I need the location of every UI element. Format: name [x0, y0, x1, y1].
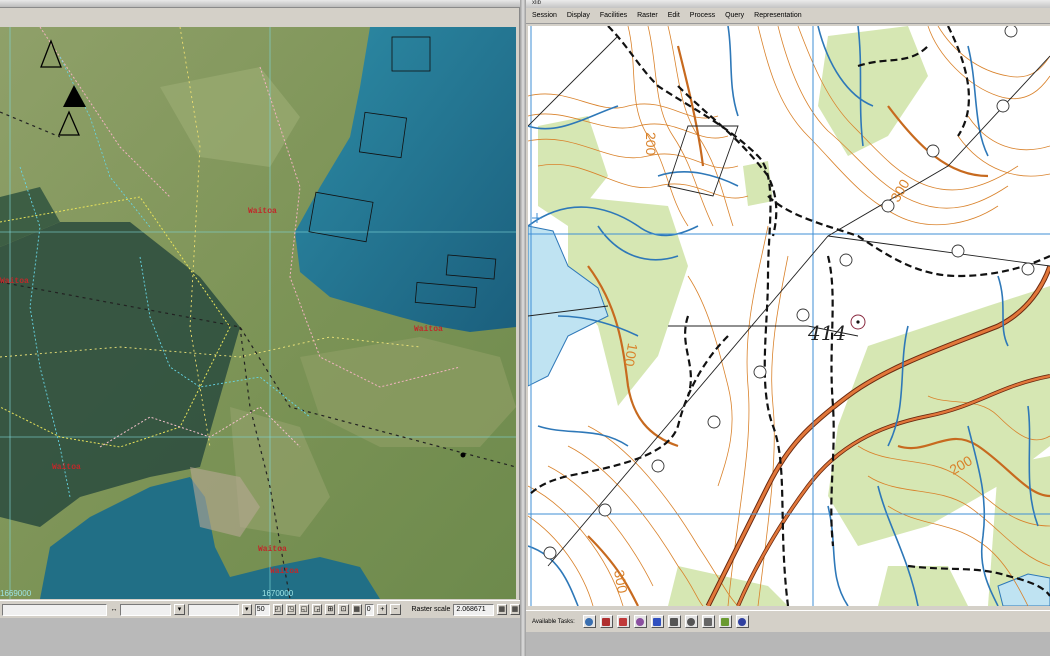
left-status-bar: ↔ ▾ ▾ 50 ◰ ◳ ◱ ◲ ⊞ ⊡ ▦ 0 + − Raster scal…	[0, 600, 521, 618]
zoom-tool-button[interactable]: ◰	[272, 604, 283, 615]
place-name-label: Waitoa	[414, 325, 443, 334]
zoom-tool-button[interactable]: ⊞	[325, 604, 336, 615]
raster-scale-field[interactable]: 2.068671	[453, 603, 494, 616]
menu-representation[interactable]: Representation	[754, 12, 801, 19]
grid-icon[interactable]: ▦	[496, 604, 507, 615]
zoom-tool-button[interactable]: ◳	[285, 604, 296, 615]
extent-field[interactable]	[120, 603, 172, 616]
place-name-label: Waitoa	[248, 207, 277, 216]
dropdown-button[interactable]: ▾	[241, 604, 252, 615]
menu-process[interactable]: Process	[690, 12, 715, 19]
menu-edit[interactable]: Edit	[668, 12, 680, 19]
available-tasks-label: Available Tasks:	[532, 618, 575, 625]
raster-scale-label: Raster scale	[411, 606, 451, 613]
draw-icon	[619, 617, 628, 626]
position-field[interactable]	[2, 603, 108, 616]
brush-task-button[interactable]	[633, 615, 647, 628]
layer-task-button[interactable]	[701, 615, 715, 628]
menu-raster[interactable]: Raster	[637, 12, 658, 19]
swap-icon: ↔	[110, 606, 118, 613]
menu-session[interactable]: Session	[532, 12, 557, 19]
menu-display[interactable]: Display	[567, 12, 590, 19]
edit-icon	[602, 617, 611, 626]
window-title: xlib	[526, 0, 1050, 8]
extra-field[interactable]: 0	[364, 603, 375, 616]
scale-field[interactable]	[187, 603, 239, 616]
layer-icon	[704, 617, 713, 626]
menu-query[interactable]: Query	[725, 12, 744, 19]
draw-task-button[interactable]	[616, 615, 630, 628]
available-tasks-bar: Available Tasks:	[526, 610, 1050, 632]
topographic-map-canvas[interactable]: 414 200 300 100 200 300	[528, 26, 1050, 606]
edit-task-button[interactable]	[599, 615, 613, 628]
color-task-button[interactable]	[718, 615, 732, 628]
move-task-button[interactable]	[582, 615, 596, 628]
left-lower-panel	[0, 618, 520, 656]
contour-label: 200	[643, 132, 659, 156]
pan-icon	[687, 617, 696, 626]
zoom-window-task-button[interactable]	[667, 615, 681, 628]
aerial-imagery-window: Waitoa Waitoa Waitoa Waitoa Waitoa Waitoa 166…	[0, 0, 521, 656]
menu-facilities[interactable]: Facilities	[600, 12, 627, 19]
desktop: Waitoa Waitoa Waitoa Waitoa Waitoa Waitoa 166…	[0, 0, 1050, 656]
zoom-out-button[interactable]: −	[390, 604, 401, 615]
select-icon	[653, 617, 662, 626]
window-top-border	[0, 0, 520, 8]
grid-coordinate-label: 1670000	[262, 589, 294, 598]
zoom-tool-button[interactable]: ▦	[351, 604, 362, 615]
topographic-map-window: xlib Session Display Facilities Raster E…	[526, 0, 1050, 656]
zoom-tool-button[interactable]: ◲	[312, 604, 323, 615]
zoom-level-field[interactable]: 50	[254, 603, 270, 616]
palette-icon	[738, 617, 747, 626]
brush-icon	[636, 617, 645, 626]
aerial-map-canvas[interactable]: Waitoa Waitoa Waitoa Waitoa Waitoa Waitoa 166…	[0, 27, 516, 599]
place-name-label: Waitoa	[0, 277, 29, 286]
zoom-in-button[interactable]: +	[377, 604, 388, 615]
zoom-tool-button[interactable]: ⊡	[338, 604, 349, 615]
menu-bar: Session Display Facilities Raster Edit P…	[526, 8, 1050, 24]
palette-task-button[interactable]	[735, 615, 749, 628]
place-name-label: Waitoa	[258, 545, 287, 554]
place-name-label: Waitoa	[52, 463, 81, 472]
pan-task-button[interactable]	[684, 615, 698, 628]
zoom-window-icon	[670, 617, 679, 626]
zoom-tool-button[interactable]: ◱	[298, 604, 310, 615]
select-task-button[interactable]	[650, 615, 664, 628]
grid-coordinate-label: 1669000	[0, 589, 32, 598]
grid-icon[interactable]: ▦	[509, 604, 521, 615]
dropdown-button[interactable]: ▾	[174, 604, 185, 615]
spot-height-label: 414	[807, 321, 846, 345]
move-icon	[585, 617, 594, 626]
place-name-label: Waitoa	[270, 567, 299, 576]
color-icon	[721, 617, 730, 626]
right-lower-panel	[526, 632, 1050, 656]
